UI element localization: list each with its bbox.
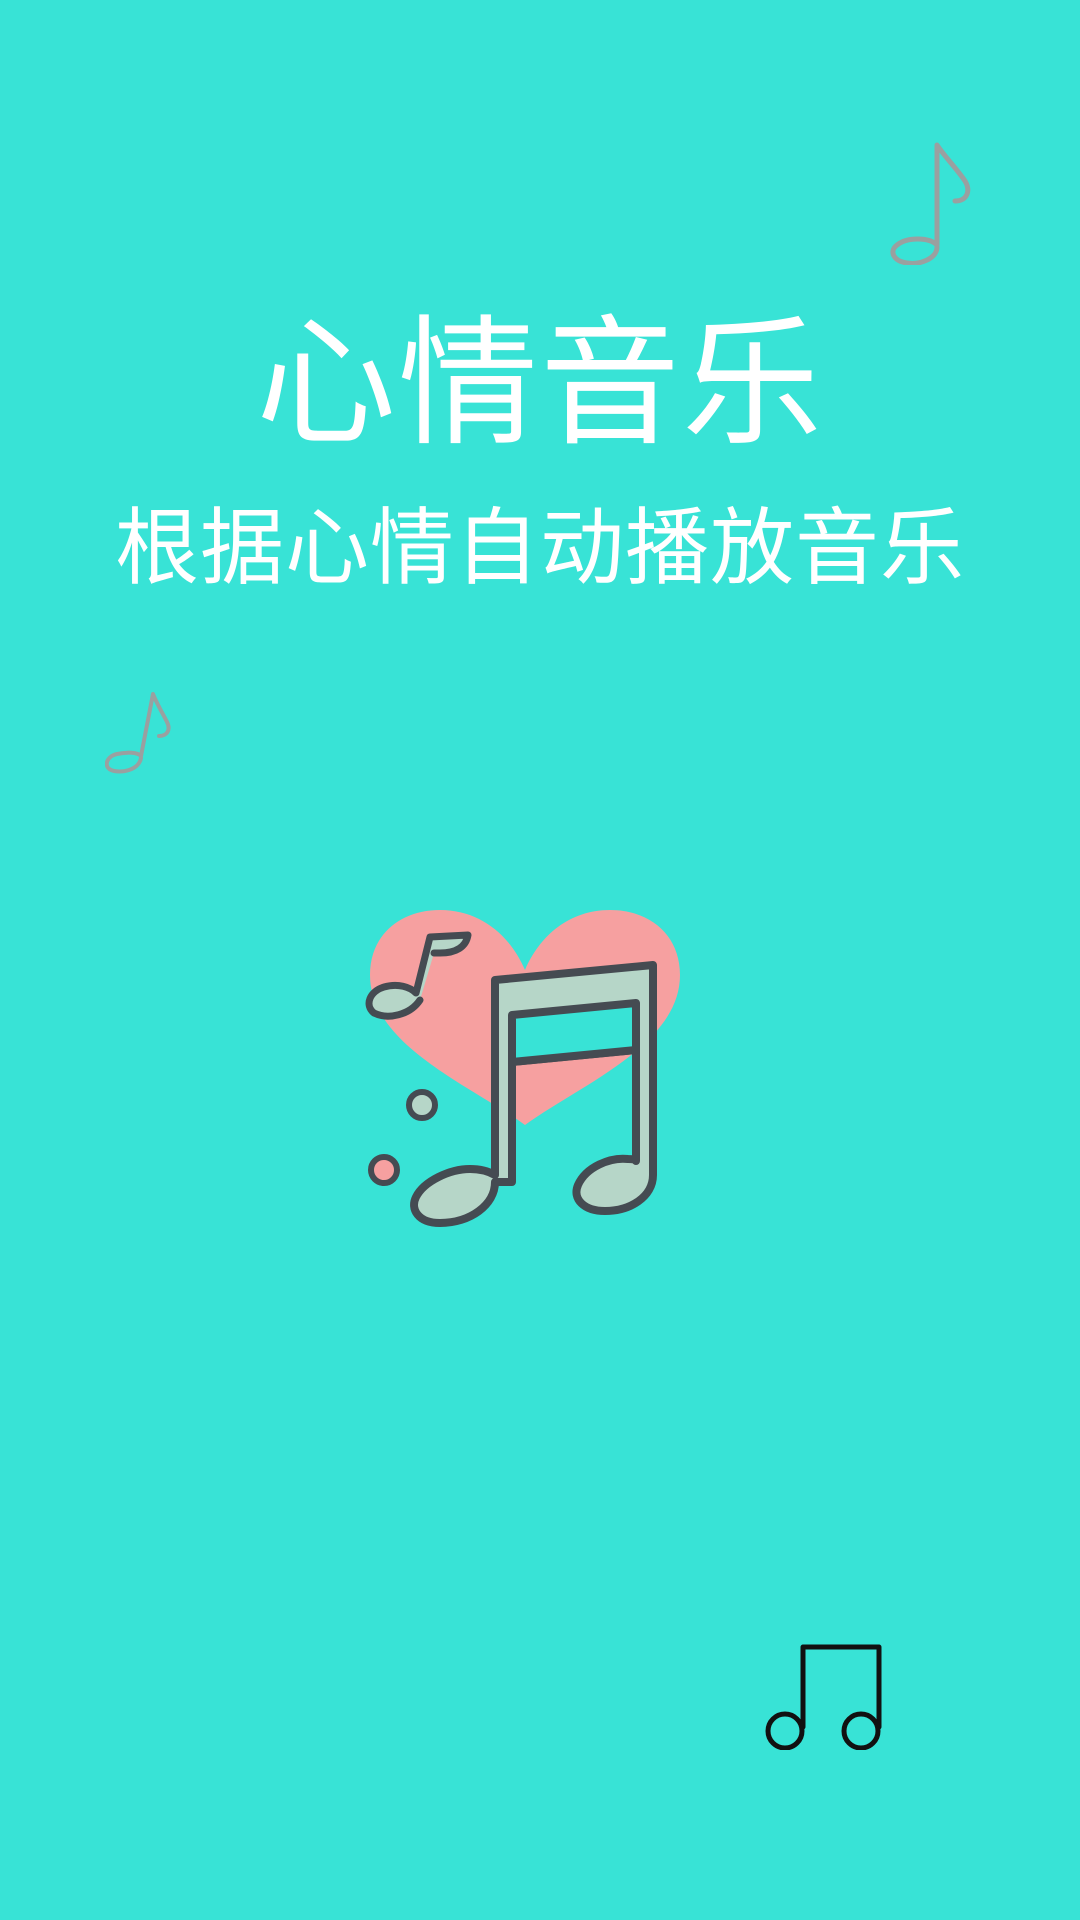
app-subtitle: 根据心情自动播放音乐 (114, 499, 965, 597)
heart-music-note-logo (365, 910, 680, 1227)
music-note-icon (105, 692, 171, 774)
app-title: 心情音乐 (255, 303, 824, 466)
music-note-icon (890, 142, 971, 265)
beamed-music-notes-icon (765, 1644, 882, 1750)
splash-screen: 心情音乐 根据心情自动播放音乐 (0, 0, 1080, 1920)
